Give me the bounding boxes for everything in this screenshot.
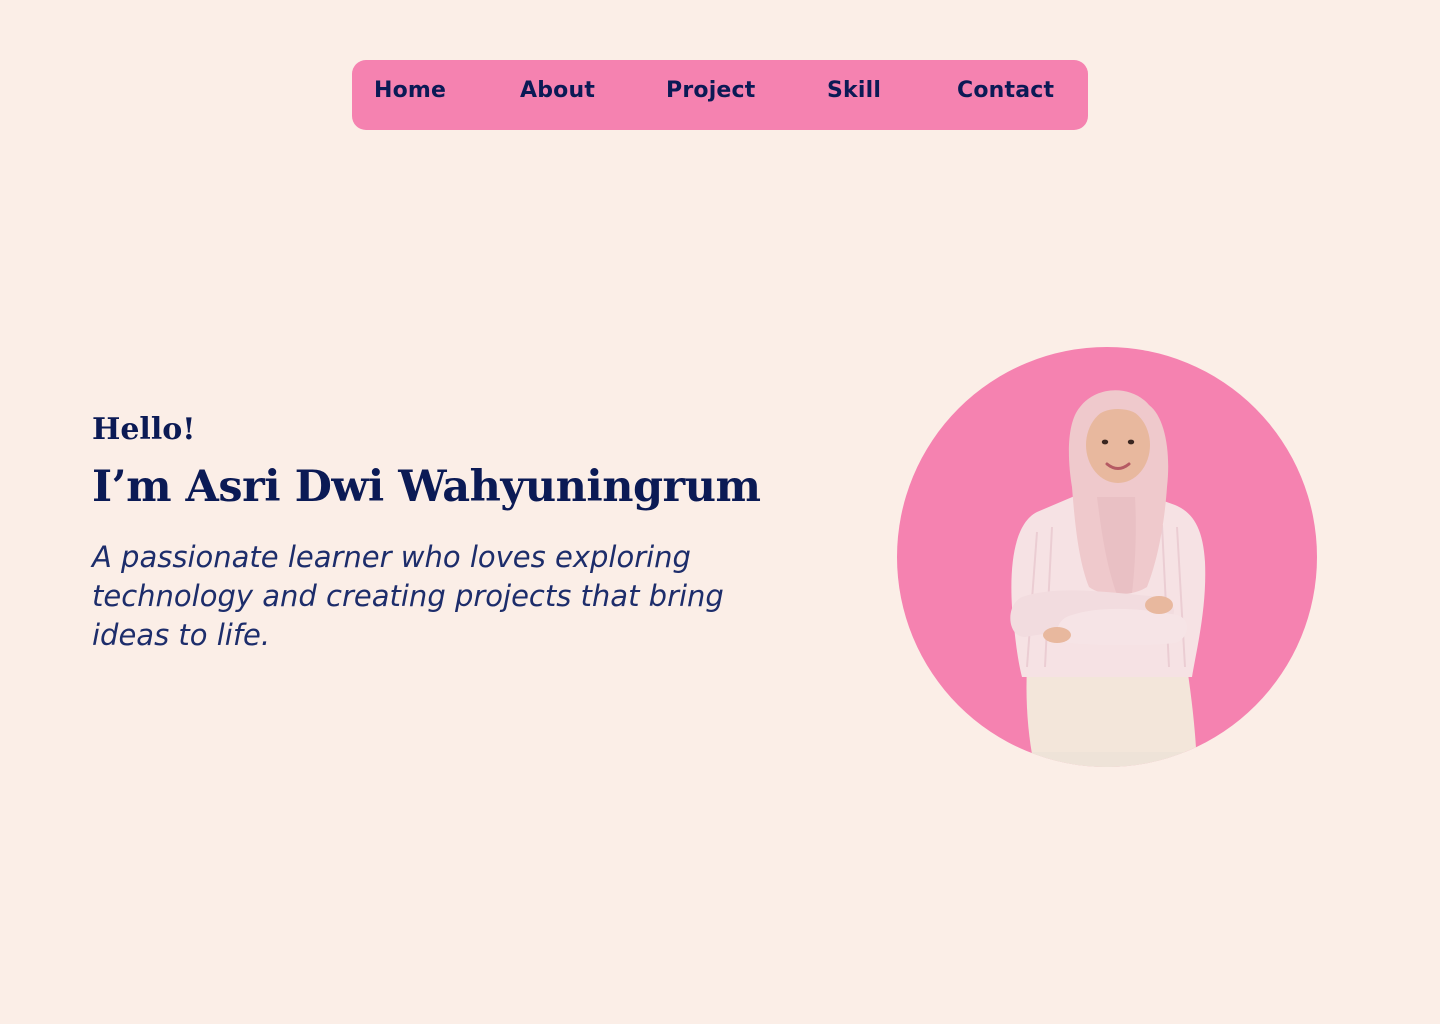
portrait-photo	[897, 347, 1317, 767]
nav-link-project[interactable]: Project	[666, 76, 756, 106]
hero-tagline: A passionate learner who loves exploring…	[92, 540, 724, 652]
hero-name: I’m Asri Dwi Wahyuningrum	[92, 462, 761, 512]
nav-link-skill[interactable]: Skill	[827, 76, 881, 106]
portrait-illustration	[897, 347, 1317, 767]
nav-link-about[interactable]: About	[520, 76, 595, 106]
hero-greeting: Hello!	[92, 412, 196, 447]
main-nav: Home About Project Skill Contact	[352, 60, 1088, 130]
nav-link-contact[interactable]: Contact	[957, 76, 1054, 106]
nav-link-home[interactable]: Home	[374, 76, 446, 106]
